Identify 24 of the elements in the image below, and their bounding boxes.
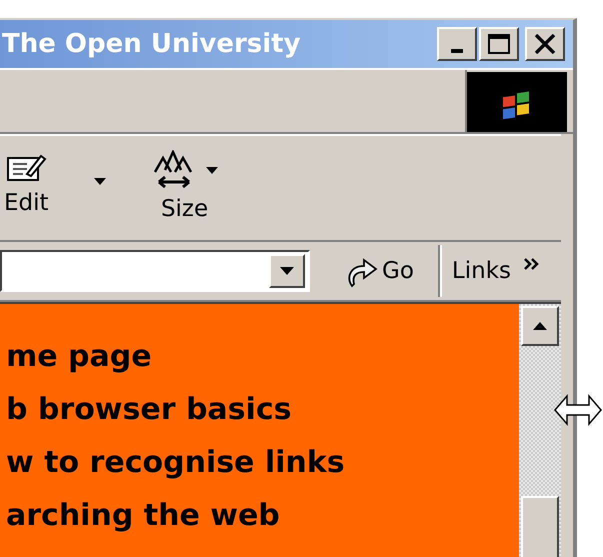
address-dropdown-button[interactable] <box>269 254 305 288</box>
address-field[interactable] <box>0 250 310 292</box>
size-button[interactable]: Size <box>146 136 223 222</box>
scroll-thumb[interactable] <box>521 496 559 557</box>
vertical-scrollbar[interactable] <box>519 304 561 557</box>
page-link[interactable]: b browser basics <box>6 393 519 427</box>
window-title: The Open University <box>2 29 302 59</box>
close-button[interactable] <box>525 27 565 61</box>
scroll-up-button[interactable] <box>521 306 559 346</box>
page-link[interactable]: arching the web <box>6 499 519 533</box>
go-button[interactable]: Go <box>338 254 420 288</box>
page-link[interactable]: w to recognise links <box>6 446 519 480</box>
links-label: Links <box>450 258 512 284</box>
resize-cursor-icon <box>553 392 603 428</box>
caret-icon <box>279 266 295 276</box>
caret-icon <box>92 176 107 186</box>
dropdown-button[interactable] <box>92 176 107 186</box>
chevron-icon <box>523 257 541 271</box>
chevron-button[interactable] <box>523 257 541 271</box>
page-link[interactable]: me page <box>6 340 519 374</box>
up-arrow-icon <box>532 321 548 331</box>
edit-button[interactable]: Edit <box>0 136 53 216</box>
close-icon <box>534 34 556 54</box>
caret-icon <box>204 165 219 175</box>
